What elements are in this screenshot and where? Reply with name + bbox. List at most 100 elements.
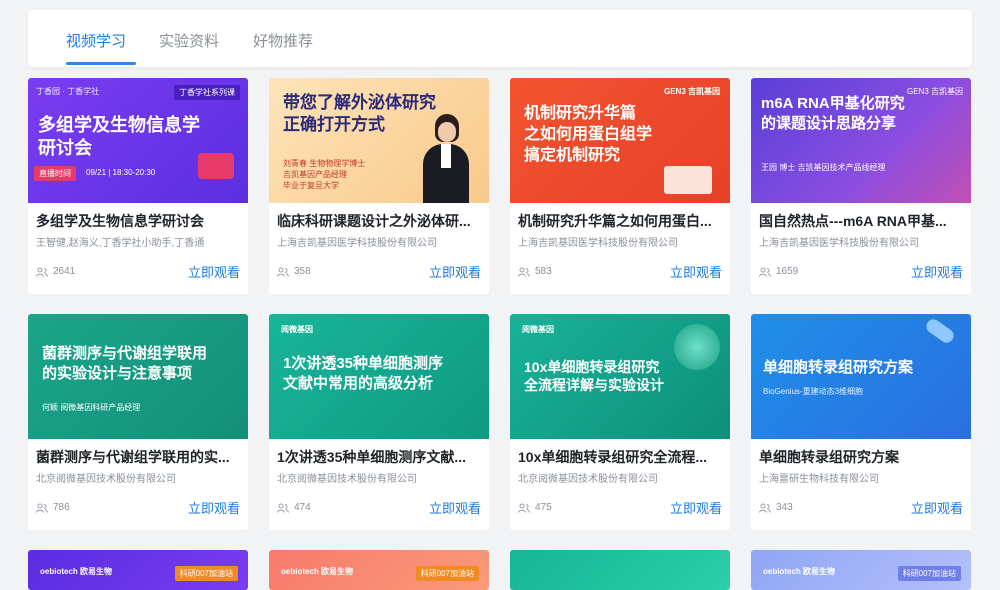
course-thumbnail[interactable]: 带您了解外泌体研究 正确打开方式 刘青春 生物物理学博士 吉凯基因产品经理 毕业… [269, 78, 489, 203]
card-author: 北京阅微基因技术股份有限公司 [36, 474, 176, 485]
card-author: 上海吉凯基因医学科技股份有限公司 [759, 238, 919, 249]
card-title[interactable]: 1次讲透35种单细胞测序文献... [277, 447, 482, 467]
thumb-badge: 科研007加油站 [897, 566, 961, 581]
view-count-value: 2641 [53, 266, 76, 277]
thumb-speaker: 何颖 阅微基因科研产品经理 [42, 403, 141, 412]
thumb-brand: 丁香园 · 丁香学社 [36, 87, 100, 96]
thumb-title: 1次讲透35种单细胞测序 文献中常用的高级分析 [283, 355, 444, 392]
view-count-value: 474 [294, 502, 311, 513]
watch-now-button[interactable]: 立即观看 [188, 262, 240, 281]
tab-product-recommendations[interactable]: 好物推荐 [253, 30, 313, 51]
thumb-speaker: 刘青春 生物物理学博士 吉凯基因产品经理 毕业于复旦大学 [283, 159, 366, 191]
view-count: 583 [518, 266, 552, 277]
card-title[interactable]: 国自然热点---m6A RNA甲基... [759, 211, 964, 231]
card-author: 上海吉凯基因医学科技股份有限公司 [518, 238, 678, 249]
thumb-logo: oebiotech 欧易生物 [40, 567, 113, 576]
course-thumbnail[interactable]: oebiotech 欧易生物 科研007加油站 [751, 550, 971, 590]
course-thumbnail[interactable]: oebiotech 欧易生物 科研007加油站 [28, 550, 248, 590]
thumb-logo: 阅微基因 [281, 325, 313, 334]
card-author: 北京阅微基因技术股份有限公司 [277, 474, 417, 485]
thumb-logo: oebiotech 欧易生物 [281, 567, 354, 576]
course-card[interactable]: 带您了解外泌体研究 正确打开方式 刘青春 生物物理学博士 吉凯基因产品经理 毕业… [269, 78, 489, 294]
course-thumbnail[interactable]: 单细胞转录组研究方案 BioGenius-重建动态3维细胞 [751, 314, 971, 439]
tab-bar: 视频学习 实验资料 好物推荐 [28, 10, 972, 67]
view-count: 358 [277, 266, 311, 277]
watch-now-button[interactable]: 立即观看 [188, 498, 240, 517]
video-camera-icon [198, 153, 234, 179]
card-title[interactable]: 机制研究升华篇之如何用蛋白... [518, 211, 723, 231]
users-icon [759, 267, 771, 277]
course-thumbnail[interactable]: 阅微基因 1次讲透35种单细胞测序 文献中常用的高级分析 [269, 314, 489, 439]
thumb-title: 菌群测序与代谢组学联用 的实验设计与注意事项 [42, 345, 208, 382]
course-card[interactable]: 菌群测序与代谢组学联用 的实验设计与注意事项 何颖 阅微基因科研产品经理 菌群测… [28, 314, 248, 530]
course-thumbnail[interactable]: oebiotech 欧易生物 科研007加油站 [269, 550, 489, 590]
course-card[interactable]: oebiotech 欧易生物 科研007加油站 [28, 550, 248, 590]
view-count: 343 [759, 502, 793, 513]
course-thumbnail[interactable]: GEN3 吉凯基因 m6A RNA甲基化研究 的课题设计思路分享 王园 博士 吉… [751, 78, 971, 203]
course-card[interactable]: 阅微基因 1次讲透35种单细胞测序 文献中常用的高级分析 1次讲透35种单细胞测… [269, 314, 489, 530]
card-author: 上海噩研生物科技有限公司 [759, 474, 879, 485]
thumb-badge: 科研007加油站 [174, 566, 238, 581]
course-card[interactable]: oebiotech 欧易生物 科研007加油站 [751, 550, 971, 590]
tab-video-learning[interactable]: 视频学习 [66, 30, 126, 51]
thumb-title: 多组学及生物信息学 研讨会 [38, 115, 200, 159]
watch-now-button[interactable]: 立即观看 [670, 498, 722, 517]
card-title[interactable]: 菌群测序与代谢组学联用的实... [36, 447, 241, 467]
thumb-speaker: 王园 博士 吉凯基因技术产品线经理 [761, 163, 886, 172]
course-thumbnail[interactable]: GEN3 吉凯基因 机制研究升华篇 之如何用蛋白组学 搞定机制研究 [510, 78, 730, 203]
thumb-title: 带您了解外泌体研究 正确打开方式 [283, 93, 436, 135]
users-icon [277, 267, 289, 277]
thumb-title: 10x单细胞转录组研究 全流程详解与实验设计 [524, 359, 664, 394]
card-author: 王智健,赵海义,丁香学社小助手,丁香通 [36, 238, 205, 249]
card-author: 上海吉凯基因医学科技股份有限公司 [277, 238, 437, 249]
course-card[interactable]: GEN3 吉凯基因 机制研究升华篇 之如何用蛋白组学 搞定机制研究 机制研究升华… [510, 78, 730, 294]
view-count: 2641 [36, 266, 75, 277]
thumb-badge: GEN3 吉凯基因 [663, 87, 720, 96]
cell-illustration [923, 316, 957, 346]
course-card[interactable] [510, 550, 730, 590]
thumb-badge: GEN3 吉凯基因 [906, 87, 963, 96]
watch-now-button[interactable]: 立即观看 [429, 262, 481, 281]
card-title[interactable]: 单细胞转录组研究方案 [759, 447, 964, 467]
card-title[interactable]: 多组学及生物信息学研讨会 [36, 211, 241, 231]
thumb-logo: oebiotech 欧易生物 [763, 567, 836, 576]
users-icon [36, 503, 48, 513]
speaker-photo [423, 114, 469, 203]
view-count: 474 [277, 502, 311, 513]
course-thumbnail[interactable]: 丁香园 · 丁香学社 丁香学社系列课 多组学及生物信息学 研讨会 直播时间 09… [28, 78, 248, 203]
view-count: 786 [36, 502, 70, 513]
live-label: 直播时间 [34, 166, 76, 181]
live-time: 09/21 | 18:30-20:30 [86, 168, 156, 177]
view-count-value: 358 [294, 266, 311, 277]
tab-experiment-materials[interactable]: 实验资料 [159, 30, 219, 51]
card-title[interactable]: 临床科研课题设计之外泌体研... [277, 211, 482, 231]
course-card[interactable]: oebiotech 欧易生物 科研007加油站 [269, 550, 489, 590]
users-icon [36, 267, 48, 277]
course-thumbnail[interactable] [510, 550, 730, 590]
thumb-title: m6A RNA甲基化研究 的课题设计思路分享 [761, 95, 905, 132]
thumb-title: 单细胞转录组研究方案 [763, 359, 914, 376]
view-count-value: 786 [53, 502, 70, 513]
course-card[interactable]: GEN3 吉凯基因 m6A RNA甲基化研究 的课题设计思路分享 王园 博士 吉… [751, 78, 971, 294]
course-card[interactable]: 阅微基因 10x单细胞转录组研究 全流程详解与实验设计 10x单细胞转录组研究全… [510, 314, 730, 530]
thumb-badge: 丁香学社系列课 [174, 85, 240, 100]
users-icon [759, 503, 771, 513]
watch-now-button[interactable]: 立即观看 [429, 498, 481, 517]
card-title[interactable]: 10x单细胞转录组研究全流程... [518, 447, 723, 467]
cell-illustration [674, 324, 720, 370]
course-card[interactable]: 单细胞转录组研究方案 BioGenius-重建动态3维细胞 单细胞转录组研究方案… [751, 314, 971, 530]
thumb-badge: 科研007加油站 [415, 566, 479, 581]
course-thumbnail[interactable]: 阅微基因 10x单细胞转录组研究 全流程详解与实验设计 [510, 314, 730, 439]
view-count-value: 1659 [776, 266, 799, 277]
watch-now-button[interactable]: 立即观看 [670, 262, 722, 281]
thumb-speaker: BioGenius-重建动态3维细胞 [763, 387, 864, 396]
active-tab-indicator [66, 62, 136, 65]
course-thumbnail[interactable]: 菌群测序与代谢组学联用 的实验设计与注意事项 何颖 阅微基因科研产品经理 [28, 314, 248, 439]
view-count-value: 343 [776, 502, 793, 513]
laptop-illustration [664, 166, 712, 194]
users-icon [518, 267, 530, 277]
thumb-logo: 阅微基因 [522, 325, 554, 334]
watch-now-button[interactable]: 立即观看 [911, 262, 963, 281]
watch-now-button[interactable]: 立即观看 [911, 498, 963, 517]
course-card[interactable]: 丁香园 · 丁香学社 丁香学社系列课 多组学及生物信息学 研讨会 直播时间 09… [28, 78, 248, 294]
